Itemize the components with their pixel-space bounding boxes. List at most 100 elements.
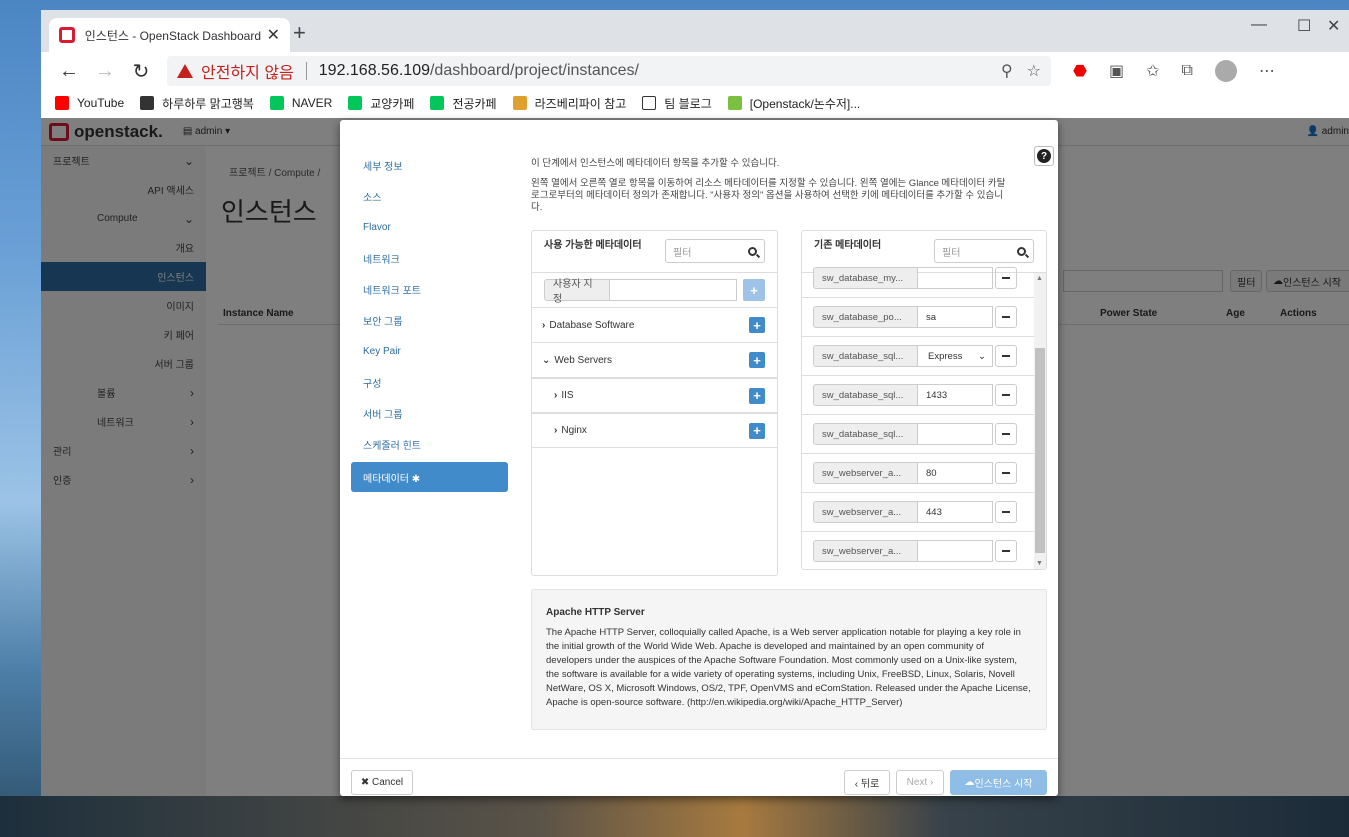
existing-metadata-list: sw_database_my... sw_database_po... sa sw_d… bbox=[802, 259, 1034, 569]
collections-icon[interactable]: ⧉ bbox=[1182, 62, 1193, 80]
available-metadata-tree: › Database Software + ⌄ Web Servers + › IIS + › Ng… bbox=[532, 308, 777, 448]
remove-metadata-button[interactable] bbox=[995, 501, 1017, 523]
remove-metadata-button[interactable] bbox=[995, 267, 1017, 289]
metadata-namespace-item[interactable]: › Database Software + bbox=[532, 308, 777, 343]
maximize-icon[interactable]: ☐ bbox=[1297, 16, 1311, 36]
launch-instance-submit-button[interactable]: ☁ 인스턴스 시작 bbox=[950, 770, 1047, 795]
add-metadata-button[interactable]: + bbox=[749, 422, 765, 439]
wizard-step[interactable]: 메타데이터 ✱ bbox=[351, 462, 508, 492]
scroll-up-icon[interactable]: ▲ bbox=[1036, 275, 1043, 282]
minimize-icon[interactable]: — bbox=[1251, 16, 1267, 34]
custom-key-input[interactable] bbox=[610, 279, 738, 301]
metadata-key: sw_database_po... bbox=[813, 306, 918, 328]
bookmark-item[interactable]: YouTube bbox=[55, 96, 124, 110]
remove-metadata-button[interactable] bbox=[995, 306, 1017, 328]
remove-metadata-button[interactable] bbox=[995, 384, 1017, 406]
favorites-icon[interactable]: ✩ bbox=[1146, 61, 1159, 81]
add-metadata-button[interactable]: + bbox=[749, 317, 765, 333]
wizard-step[interactable]: 소스 bbox=[351, 181, 508, 212]
security-warning[interactable]: 안전하지 않음 bbox=[177, 59, 294, 83]
bookmark-item[interactable]: [Openstack/논수저]... bbox=[727, 95, 860, 112]
bookmark-item[interactable]: 팀 블로그 bbox=[642, 95, 712, 112]
wizard-step[interactable]: 스케줄러 힌트 bbox=[351, 429, 508, 460]
adblock-extension-icon[interactable]: ⬣ bbox=[1073, 61, 1087, 81]
bookmark-label: 교양카페 bbox=[370, 96, 415, 111]
bookmark-item[interactable]: NAVER bbox=[269, 96, 332, 110]
extension-icon[interactable]: ▣ bbox=[1109, 61, 1124, 81]
more-menu-icon[interactable]: ⋯ bbox=[1259, 61, 1275, 81]
add-custom-key-button[interactable]: + bbox=[743, 279, 765, 301]
back-button[interactable]: ‹ 뒤로 bbox=[844, 770, 890, 795]
next-button[interactable]: Next › bbox=[896, 770, 944, 795]
wizard-step[interactable]: 구성 bbox=[351, 367, 508, 398]
custom-key-label: 사용자 지정 bbox=[544, 279, 611, 305]
address-input[interactable]: 안전하지 않음 192.168.56.109/dashboard/project… bbox=[167, 56, 1051, 86]
metadata-value-input[interactable] bbox=[918, 540, 993, 562]
metadata-value-input[interactable] bbox=[918, 267, 993, 289]
metadata-row: sw_database_my... bbox=[802, 259, 1034, 298]
intro-line: 이 단계에서 인스턴스에 메타데이터 항목을 추가할 수 있습니다. bbox=[531, 158, 780, 169]
chevron-right-icon[interactable]: › bbox=[554, 425, 557, 436]
description-text: The Apache HTTP Server, colloquially cal… bbox=[546, 627, 1031, 708]
wizard-step[interactable]: Key Pair bbox=[351, 336, 508, 367]
metadata-value-input[interactable]: 443 bbox=[918, 501, 993, 523]
metadata-value-input[interactable]: sa bbox=[918, 306, 993, 328]
metadata-namespace-item[interactable]: ⌄ Web Servers + bbox=[532, 343, 777, 378]
page-icon bbox=[642, 96, 657, 110]
chevron-right-icon[interactable]: › bbox=[554, 390, 557, 401]
add-metadata-button[interactable]: + bbox=[749, 387, 765, 404]
wizard-step[interactable]: 보안 그룹 bbox=[351, 305, 508, 336]
metadata-value-input[interactable]: 80 bbox=[918, 462, 993, 484]
forward-icon[interactable]: → bbox=[87, 60, 123, 83]
minus-icon bbox=[1002, 355, 1010, 357]
remove-metadata-button[interactable] bbox=[995, 345, 1017, 367]
zoom-icon[interactable]: ⚲ bbox=[1001, 61, 1013, 81]
favorite-star-icon[interactable]: ☆ bbox=[1027, 61, 1041, 81]
chevron-down-icon[interactable]: ⌄ bbox=[542, 355, 550, 366]
profile-avatar[interactable] bbox=[1214, 60, 1237, 82]
cafe-icon bbox=[348, 96, 363, 110]
new-tab-icon[interactable]: + bbox=[293, 20, 306, 46]
minus-icon bbox=[1002, 277, 1010, 279]
blog-icon bbox=[727, 96, 742, 110]
bookmark-item[interactable]: 하루하루 맑고행복 bbox=[140, 95, 254, 112]
youtube-icon bbox=[55, 96, 69, 110]
scrollbar-thumb[interactable] bbox=[1035, 348, 1045, 553]
remove-metadata-button[interactable] bbox=[995, 423, 1017, 445]
existing-filter-input[interactable]: 필터 bbox=[934, 239, 1034, 263]
help-button[interactable]: ? bbox=[1034, 146, 1054, 166]
wizard-step[interactable]: 네트워크 bbox=[351, 243, 508, 274]
browser-tab[interactable]: 인스턴스 - OpenStack Dashboard ✕ bbox=[49, 18, 290, 52]
bookmark-item[interactable]: 라즈베리파이 참고 bbox=[512, 95, 627, 112]
reload-icon[interactable]: ↻ bbox=[123, 59, 159, 84]
wizard-step[interactable]: 세부 정보 bbox=[351, 150, 508, 181]
avatar-icon bbox=[512, 96, 527, 110]
metadata-value-select[interactable]: Express ⌄ bbox=[918, 345, 993, 367]
scroll-down-icon[interactable]: ▼ bbox=[1036, 560, 1043, 567]
add-metadata-button[interactable]: + bbox=[749, 352, 765, 368]
chevron-right-icon[interactable]: › bbox=[542, 320, 545, 331]
namespace-label: Nginx bbox=[561, 425, 587, 436]
metadata-value-input[interactable]: 1433 bbox=[918, 384, 993, 406]
remove-metadata-button[interactable] bbox=[995, 462, 1017, 484]
wizard-step[interactable]: 서버 그룹 bbox=[351, 398, 508, 429]
wizard-step[interactable]: 네트워크 포트 bbox=[351, 274, 508, 305]
tab-close-icon[interactable]: ✕ bbox=[267, 25, 280, 45]
remove-metadata-button[interactable] bbox=[995, 540, 1017, 562]
metadata-namespace-item[interactable]: › IIS + bbox=[532, 378, 777, 413]
cancel-button[interactable]: ✖ Cancel bbox=[351, 770, 413, 795]
bookmark-label: 라즈베리파이 참고 bbox=[534, 96, 627, 111]
back-icon[interactable]: ← bbox=[51, 60, 87, 83]
minus-icon bbox=[1002, 433, 1010, 435]
close-window-icon[interactable]: ✕ bbox=[1327, 16, 1340, 36]
bookmark-item[interactable]: 전공카페 bbox=[430, 95, 497, 112]
search-icon bbox=[748, 246, 757, 256]
metadata-namespace-item[interactable]: › Nginx + bbox=[532, 413, 777, 448]
bookmark-item[interactable]: 교양카페 bbox=[348, 95, 414, 112]
metadata-value-input[interactable] bbox=[918, 423, 993, 445]
available-filter-input[interactable]: 필터 bbox=[665, 239, 765, 263]
wizard-step[interactable]: Flavor bbox=[351, 212, 508, 243]
minus-icon bbox=[1002, 550, 1010, 552]
namespace-label-group: ⌄ Web Servers bbox=[542, 355, 612, 366]
metadata-scrollbar[interactable]: ▲ ▼ bbox=[1034, 273, 1046, 569]
